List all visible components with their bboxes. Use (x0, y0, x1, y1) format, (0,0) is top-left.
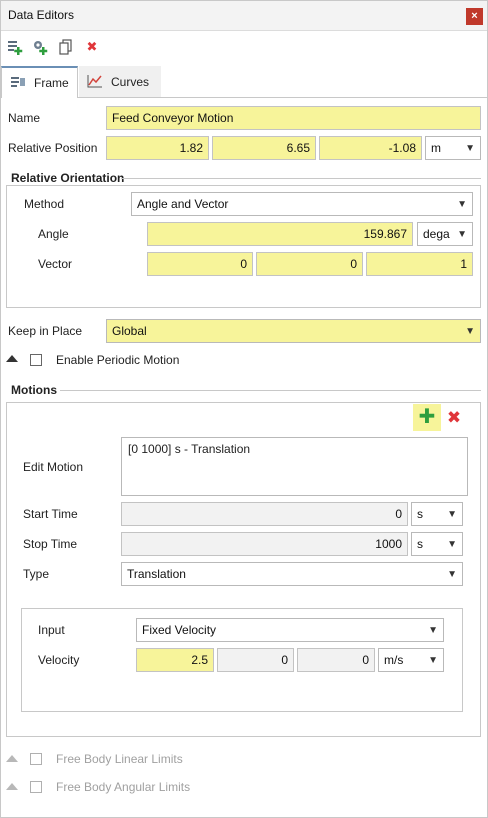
tab-divider (78, 97, 487, 98)
vector-x-field[interactable]: 0 (147, 252, 253, 276)
type-select[interactable]: Translation ▼ (121, 562, 463, 586)
angular-limits-label: Free Body Angular Limits (56, 780, 191, 794)
chevron-down-icon: ▼ (457, 228, 467, 240)
list-item[interactable]: [0 1000] s - Translation (128, 442, 461, 456)
collapse-triangle-icon[interactable] (6, 355, 18, 362)
relative-position-unit-select[interactable]: m ▼ (425, 136, 481, 160)
velocity-unit-value: m/s (384, 653, 404, 667)
type-value: Translation (127, 567, 186, 581)
motions-title: Motions (11, 383, 57, 397)
keep-in-place-select[interactable]: Global ▼ (106, 319, 481, 343)
velocity-y-field[interactable]: 0 (217, 648, 294, 672)
vector-z-field[interactable]: 1 (366, 252, 473, 276)
type-label: Type (23, 567, 50, 581)
relative-position-x-field[interactable]: 1.82 (106, 136, 209, 160)
motions-rule (60, 390, 481, 391)
chevron-down-icon: ▼ (447, 538, 457, 550)
input-value: Fixed Velocity (142, 623, 217, 637)
start-time-unit-value: s (417, 507, 423, 521)
velocity-unit-select[interactable]: m/s ▼ (378, 648, 444, 672)
stop-time-field[interactable]: 1000 (121, 532, 408, 556)
add-data-icon[interactable] (6, 38, 24, 56)
curves-icon (87, 74, 103, 91)
remove-motion-button[interactable]: ✖ (444, 404, 464, 431)
start-time-field[interactable]: 0 (121, 502, 408, 526)
collapse-triangle-icon[interactable] (6, 755, 18, 762)
chevron-down-icon: ▼ (465, 325, 475, 337)
stop-time-label: Stop Time (23, 537, 78, 551)
tab-frame-label: Frame (34, 76, 69, 90)
relative-position-unit-value: m (431, 141, 441, 155)
chevron-down-icon: ▼ (457, 198, 467, 210)
stop-time-unit-value: s (417, 537, 423, 551)
start-time-label: Start Time (23, 507, 78, 521)
relative-position-label: Relative Position (8, 141, 98, 155)
tab-frame[interactable]: Frame (1, 66, 78, 98)
add-motion-button[interactable]: ✚ (413, 404, 441, 431)
velocity-x-field[interactable]: 2.5 (136, 648, 214, 672)
relative-position-z-field[interactable]: -1.08 (319, 136, 422, 160)
keep-in-place-value: Global (112, 324, 147, 338)
collapse-triangle-icon[interactable] (6, 783, 18, 790)
linear-limits-label: Free Body Linear Limits (56, 752, 183, 766)
method-value: Angle and Vector (137, 197, 229, 211)
tab-curves[interactable]: Curves (79, 66, 161, 98)
linear-limits-checkbox[interactable] (30, 753, 42, 765)
copy-icon[interactable] (57, 38, 75, 56)
relative-orientation-rule (121, 178, 481, 179)
add-linked-icon[interactable] (31, 38, 49, 56)
edit-motion-label: Edit Motion (23, 460, 84, 474)
periodic-motion-checkbox[interactable] (30, 354, 42, 366)
frame-icon (10, 75, 26, 92)
stop-time-unit-select[interactable]: s ▼ (411, 532, 463, 556)
input-select[interactable]: Fixed Velocity ▼ (136, 618, 444, 642)
velocity-label: Velocity (38, 653, 80, 667)
input-label: Input (38, 623, 65, 637)
close-button[interactable]: × (466, 8, 483, 25)
chevron-down-icon: ▼ (447, 568, 457, 580)
velocity-z-field[interactable]: 0 (297, 648, 375, 672)
keep-in-place-label: Keep in Place (8, 324, 83, 338)
chevron-down-icon: ▼ (428, 654, 438, 666)
tab-curves-label: Curves (111, 75, 150, 89)
vector-label: Vector (38, 257, 73, 271)
relative-position-y-field[interactable]: 6.65 (212, 136, 316, 160)
name-field[interactable]: Feed Conveyor Motion (106, 106, 481, 130)
window-title: Data Editors (8, 8, 75, 22)
angle-unit-value: dega (423, 227, 450, 241)
method-select[interactable]: Angle and Vector ▼ (131, 192, 473, 216)
edit-motion-list[interactable]: [0 1000] s - Translation (121, 437, 468, 496)
chevron-down-icon: ▼ (447, 508, 457, 520)
name-label: Name (8, 111, 41, 125)
relative-orientation-title: Relative Orientation (11, 171, 125, 185)
vector-y-field[interactable]: 0 (256, 252, 363, 276)
angle-unit-select[interactable]: dega ▼ (417, 222, 473, 246)
angle-field[interactable]: 159.867 (147, 222, 413, 246)
chevron-down-icon: ▼ (428, 624, 438, 636)
start-time-unit-select[interactable]: s ▼ (411, 502, 463, 526)
angle-label: Angle (38, 227, 69, 241)
delete-icon[interactable]: ✖ (83, 38, 101, 56)
method-label: Method (24, 197, 65, 211)
periodic-motion-label: Enable Periodic Motion (56, 353, 180, 367)
chevron-down-icon: ▼ (465, 142, 475, 154)
angular-limits-checkbox[interactable] (30, 781, 42, 793)
